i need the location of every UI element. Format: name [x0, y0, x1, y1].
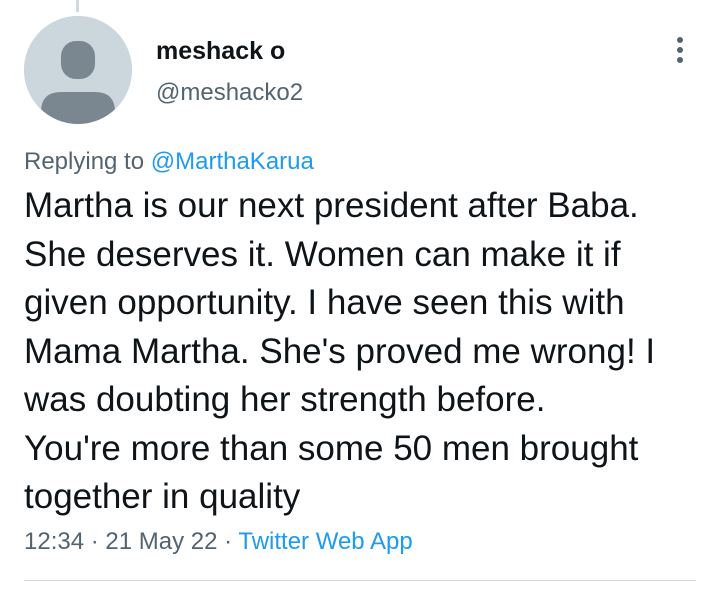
author-handle[interactable]: @meshacko2: [156, 79, 303, 107]
tweet-text-line: She deserves it. Women can make it if: [24, 234, 621, 274]
tweet-text-line: given opportunity. I have seen this with: [24, 283, 625, 322]
meta-separator: ·: [84, 528, 106, 555]
reply-prefix: Replying to: [24, 148, 151, 175]
avatar[interactable]: [24, 16, 132, 124]
tweet-time[interactable]: 12:34: [24, 528, 84, 555]
tweet-date[interactable]: 21 May 22: [105, 528, 217, 555]
tweet-text-line: You're more than some 50 men brought: [24, 428, 639, 468]
tweet-text-line: Martha is our next president after Baba.: [24, 186, 639, 225]
tweet-text: Martha is our next president after Baba.…: [24, 182, 714, 522]
tweet-source-link[interactable]: Twitter Web App: [238, 528, 412, 555]
thread-connector-line: [76, 0, 79, 12]
default-profile-icon: [24, 16, 132, 124]
meta-separator: ·: [217, 528, 239, 555]
author-display-name[interactable]: meshack o: [156, 37, 285, 66]
tweet-text-line: Mama Martha. She's proved me wrong! I: [24, 331, 656, 371]
tweet-text-line: together in quality: [24, 477, 301, 516]
more-options-button[interactable]: [660, 30, 700, 70]
reply-context: Replying to @MarthaKarua: [24, 148, 314, 176]
divider: [24, 580, 696, 581]
tweet-text-line: was doubting her strength before.: [24, 380, 546, 419]
tweet-metadata: 12:34 · 21 May 22 · Twitter Web App: [24, 528, 413, 556]
more-vertical-icon: [677, 37, 683, 63]
reply-mention-link[interactable]: @MarthaKarua: [151, 148, 314, 175]
